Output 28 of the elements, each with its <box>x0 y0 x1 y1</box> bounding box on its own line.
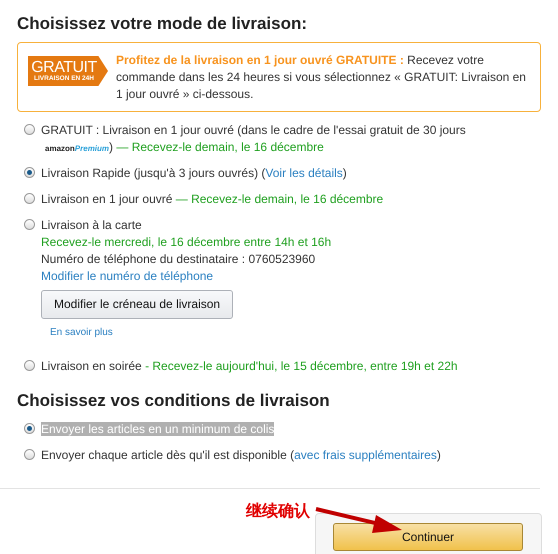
time-slot-button[interactable]: Modifier le créneau de livraison <box>41 290 234 319</box>
option-label: Envoyer chaque article dès qu'il est disponible (avec frais supplémentaires) <box>41 448 441 462</box>
promo-text: Profitez de la livraison en 1 jour ouvré GRATUITE : Recevez votre commande dans les 24 heures si vous sélectionnez « GRATUIT: Livraison en 1 jour ouvré » ci-dessous. <box>116 52 527 103</box>
details-link[interactable]: Voir les détails <box>265 166 343 180</box>
delivery-date: Recevez-le mercredi, le 16 décembre entre 14h et 16h <box>41 234 332 251</box>
radio-button[interactable] <box>24 219 35 230</box>
radio-button[interactable] <box>24 423 35 434</box>
option-label: Envoyer les articles en un minimum de colis <box>41 422 274 436</box>
option-label: Livraison Rapide (jusqu'à 3 jours ouvrés) (Voir les détails) <box>41 166 347 180</box>
radio-button[interactable] <box>24 449 35 460</box>
option-label: ) — Recevez-le demain, le 16 décembre <box>109 140 324 154</box>
continue-button[interactable]: Continuer <box>333 523 523 551</box>
option-label: Livraison en 1 jour ouvré — Recevez-le demain, le 16 décembre <box>41 192 384 206</box>
radio-button[interactable] <box>24 124 35 135</box>
phone-link[interactable]: Modifier le numéro de téléphone <box>41 269 214 283</box>
option-label: Livraison en soirée - Recevez-le aujourd'hui, le 15 décembre, entre 19h et 22h <box>41 359 458 373</box>
annotation-text: 继续确认 <box>246 502 310 522</box>
option-label: Livraison à la carte <box>41 218 142 232</box>
section-heading: Choisissez vos conditions de livraison <box>17 391 331 411</box>
radio-button[interactable] <box>24 193 35 204</box>
learn-more-link[interactable]: En savoir plus <box>50 327 113 338</box>
radio-button[interactable] <box>24 360 35 371</box>
section-heading: Choisissez votre mode de livraison: <box>17 14 308 34</box>
phone-number-text: Numéro de téléphone du destinataire : 0760523960 <box>41 251 316 268</box>
details-link[interactable]: avec frais supplémentaires <box>294 448 437 462</box>
option-label: GRATUIT : Livraison en 1 jour ouvré (dans le cadre de l'essai gratuit de 30 jours <box>41 123 466 137</box>
premium-logo: amazonPremium <box>45 144 110 153</box>
radio-button[interactable] <box>24 167 35 178</box>
